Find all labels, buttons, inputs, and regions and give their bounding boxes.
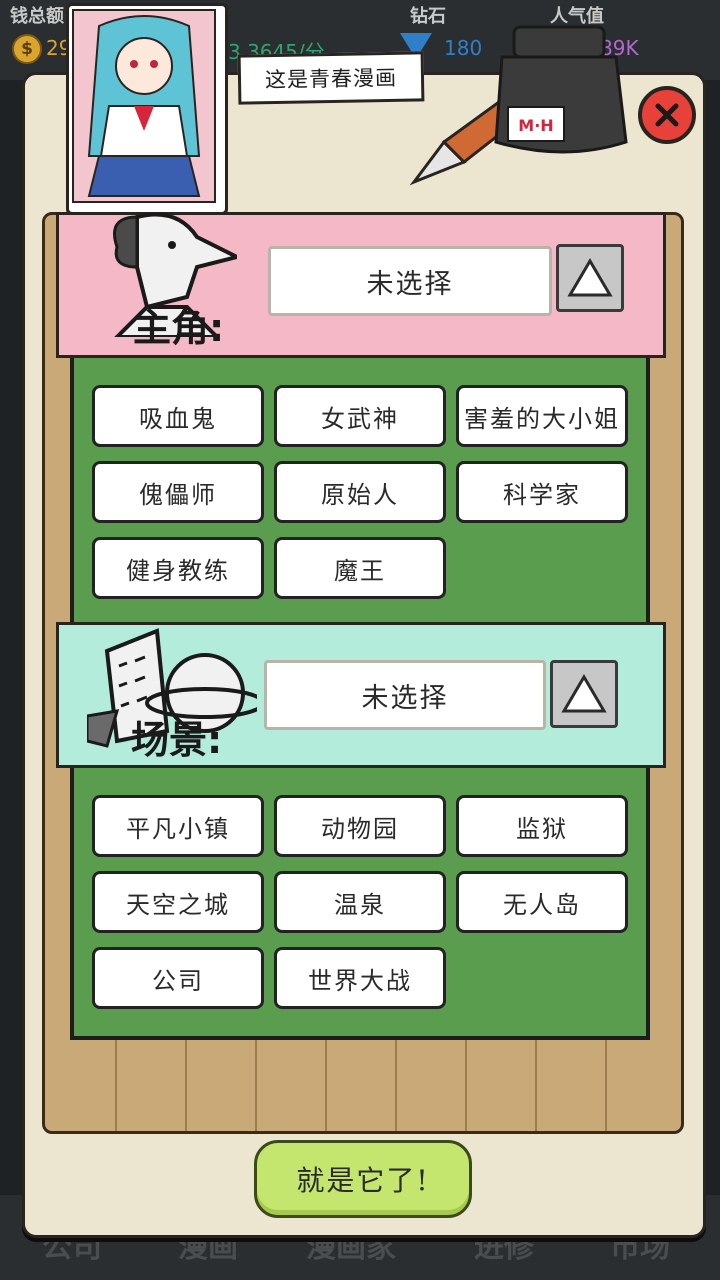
cover-illustration (72, 9, 216, 203)
scene-option[interactable]: 平凡小镇 (92, 795, 264, 857)
protagonist-option[interactable]: 吸血鬼 (92, 385, 264, 447)
close-button[interactable] (638, 86, 696, 144)
protagonist-select[interactable]: 未选择 (268, 246, 552, 316)
scene-option[interactable]: 动物园 (274, 795, 446, 857)
triangle-up-icon (561, 674, 607, 713)
protagonist-label: 主角: (133, 306, 225, 350)
protagonist-option[interactable]: 害羞的大小姐 (456, 385, 628, 447)
protagonist-option[interactable]: 健身教练 (92, 537, 264, 599)
scene-label: 场景: (131, 718, 223, 762)
triangle-up-icon (567, 258, 613, 297)
scene-option[interactable]: 无人岛 (456, 871, 628, 933)
protagonist-option[interactable]: 魔王 (274, 537, 446, 599)
scene-option[interactable]: 温泉 (274, 871, 446, 933)
money-label: 钱总额 (10, 6, 64, 27)
close-icon (655, 103, 679, 127)
protagonist-option[interactable]: 原始人 (274, 461, 446, 523)
ink-bottle-label: M·H (518, 116, 553, 135)
scene-select[interactable]: 未选择 (264, 660, 546, 730)
scene-toggle-button[interactable] (550, 660, 618, 728)
scene-option[interactable]: 监狱 (456, 795, 628, 857)
protagonist-option[interactable]: 科学家 (456, 461, 628, 523)
protagonist-option[interactable]: 女武神 (274, 385, 446, 447)
confirm-button[interactable]: 就是它了! (254, 1140, 472, 1218)
comic-genre-title: 这是青春漫画 (237, 51, 425, 105)
comic-cover-thumbnail (66, 3, 228, 215)
protagonist-toggle-button[interactable] (556, 244, 624, 312)
protagonist-option[interactable]: 傀儡师 (92, 461, 264, 523)
scene-option[interactable]: 公司 (92, 947, 264, 1009)
coin-icon: $ (12, 34, 42, 64)
pen-ink-icon: M·H (409, 25, 628, 186)
scene-option[interactable]: 天空之城 (92, 871, 264, 933)
scene-option[interactable]: 世界大战 (274, 947, 446, 1009)
